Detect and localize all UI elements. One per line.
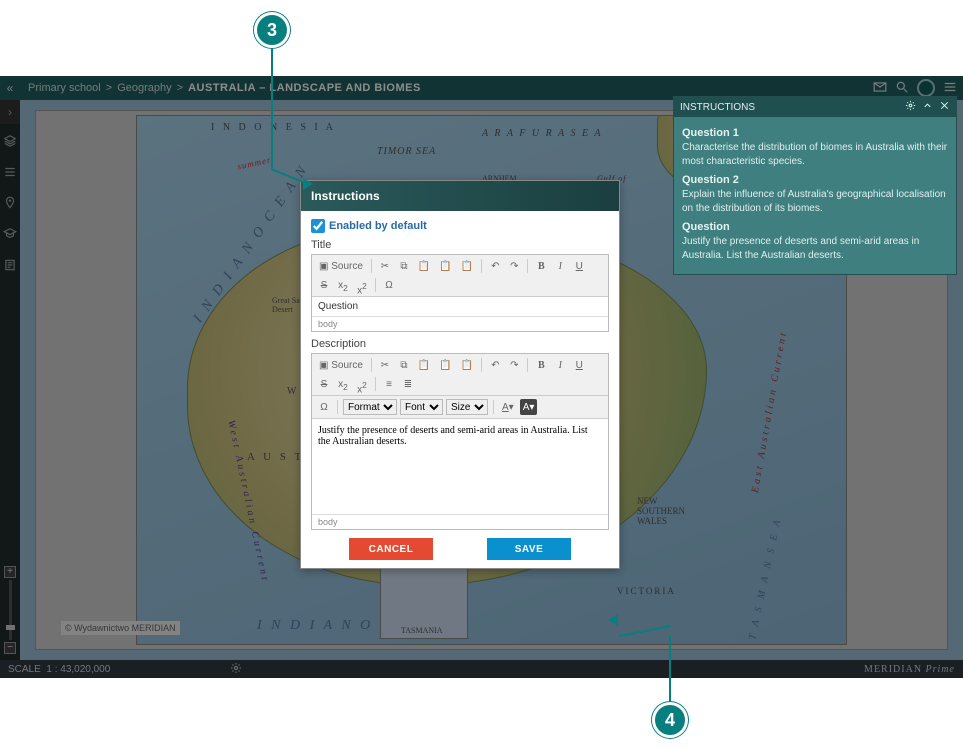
paste-word-icon[interactable]: 📋 [458, 258, 476, 274]
underline-icon[interactable]: U [571, 258, 587, 274]
undo-icon-2[interactable]: ↶ [487, 357, 503, 373]
subscript-icon-2[interactable]: x2 [335, 376, 351, 392]
title-toolbar: ▣ Source ✂ ⧉ 📋 📋 📋 ↶ ↷ B I U [312, 255, 608, 297]
cut-icon-2[interactable]: ✂ [377, 357, 393, 373]
numlist-icon[interactable]: ≡ [381, 376, 397, 392]
desc-editor: ▣ Source ✂ ⧉ 📋 📋 📋 ↶ ↷ B I U [311, 353, 609, 530]
callout-4-arrow [608, 614, 618, 626]
title-path: body [312, 316, 608, 331]
italic-icon-2[interactable]: I [552, 357, 568, 373]
source-button[interactable]: ▣ Source [316, 258, 366, 274]
underline-icon-2[interactable]: U [571, 357, 587, 373]
paste-word-icon-2[interactable]: 📋 [458, 357, 476, 373]
desc-toolbar-2: Ω Format Font Size A▾ A▾ [312, 396, 608, 419]
redo-icon-2[interactable]: ↷ [506, 357, 522, 373]
bold-icon[interactable]: B [533, 258, 549, 274]
undo-icon[interactable]: ↶ [487, 258, 503, 274]
subscript-icon[interactable]: x2 [335, 277, 351, 293]
omega-icon[interactable]: Ω [381, 277, 397, 293]
callout-3-number: 3 [267, 20, 277, 41]
question-1-title: Question 1 [682, 127, 948, 139]
bgcolor-icon[interactable]: A▾ [520, 399, 538, 415]
copy-icon-2[interactable]: ⧉ [396, 357, 412, 373]
font-select[interactable]: Font [400, 399, 443, 415]
callout-3-line [271, 48, 273, 168]
question-3-title: Question [682, 221, 948, 233]
redo-icon[interactable]: ↷ [506, 258, 522, 274]
instructions-panel-header: INSTRUCTIONS [674, 97, 956, 117]
desc-path: body [312, 514, 608, 529]
superscript-icon[interactable]: x2 [354, 277, 370, 293]
question-1-text: Characterise the distribution of biomes … [682, 141, 948, 168]
question-2-text: Explain the influence of Australia's geo… [682, 188, 948, 215]
copy-icon[interactable]: ⧉ [396, 258, 412, 274]
textcolor-icon[interactable]: A▾ [499, 399, 517, 415]
title-field-label: Title [311, 239, 609, 251]
instructions-panel: INSTRUCTIONS Question 1 Characterise the… [673, 96, 957, 275]
paste-text-icon-2[interactable]: 📋 [436, 357, 454, 373]
paste-icon-2[interactable]: 📋 [415, 357, 433, 373]
cut-icon[interactable]: ✂ [377, 258, 393, 274]
size-select[interactable]: Size [446, 399, 488, 415]
bold-icon-2[interactable]: B [533, 357, 549, 373]
source-button-2[interactable]: ▣ Source [316, 357, 366, 373]
modal-buttons: CANCEL SAVE [311, 538, 609, 560]
strike-icon[interactable]: S [316, 277, 332, 293]
callout-badge-3: 3 [254, 12, 290, 48]
title-input[interactable] [312, 297, 608, 316]
strike-icon-2[interactable]: S [316, 376, 332, 392]
question-3-text: Justify the presence of deserts and semi… [682, 235, 948, 262]
question-2-title: Question 2 [682, 174, 948, 186]
instructions-panel-title: INSTRUCTIONS [680, 102, 755, 113]
desc-field-label: Description [311, 338, 609, 350]
panel-collapse-icon[interactable] [916, 100, 933, 114]
modal-body: Enabled by default Title ▣ Source ✂ ⧉ 📋 … [301, 211, 619, 568]
modal-title: Instructions [301, 181, 619, 211]
superscript-icon-2[interactable]: x2 [354, 376, 370, 392]
desc-textarea[interactable] [312, 419, 608, 511]
app-window: « Primary school > Geography > AUSTRALIA… [0, 76, 963, 678]
omega-icon-2[interactable]: Ω [316, 399, 332, 415]
panel-settings-icon[interactable] [899, 100, 916, 114]
bulist-icon[interactable]: ≣ [400, 376, 416, 392]
cancel-button[interactable]: CANCEL [349, 538, 433, 560]
enabled-checkbox[interactable] [311, 219, 325, 233]
callout-4-number: 4 [665, 710, 675, 731]
callout-badge-4: 4 [652, 702, 688, 738]
format-select[interactable]: Format [343, 399, 397, 415]
callout-4-line [669, 636, 671, 702]
title-editor: ▣ Source ✂ ⧉ 📋 📋 📋 ↶ ↷ B I U [311, 254, 609, 332]
instructions-modal: Instructions Enabled by default Title ▣ … [300, 180, 620, 569]
desc-toolbar-1: ▣ Source ✂ ⧉ 📋 📋 📋 ↶ ↷ B I U [312, 354, 608, 396]
callout-3-arrow [303, 178, 313, 190]
instructions-panel-body: Question 1 Characterise the distribution… [674, 117, 956, 274]
enabled-label[interactable]: Enabled by default [329, 220, 427, 232]
italic-icon[interactable]: I [552, 258, 568, 274]
panel-close-icon[interactable] [933, 100, 950, 114]
paste-icon[interactable]: 📋 [415, 258, 433, 274]
paste-text-icon[interactable]: 📋 [436, 258, 454, 274]
save-button[interactable]: SAVE [487, 538, 571, 560]
